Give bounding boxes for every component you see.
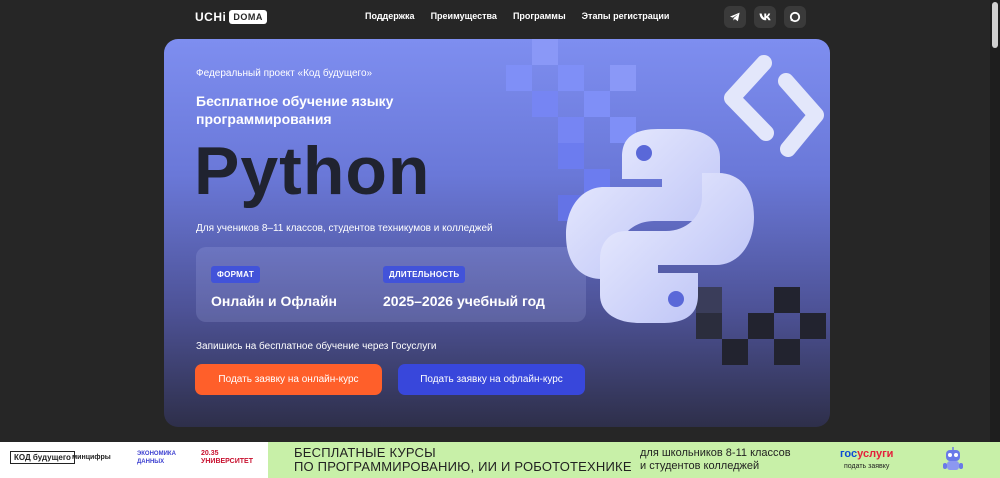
partner-ekonomika-dannyh: ЭКОНОМИКА ДАННЫХ xyxy=(137,451,176,465)
nav-support[interactable]: Поддержка xyxy=(365,11,415,21)
main-nav: Поддержка Преимущества Программы Этапы р… xyxy=(365,11,669,21)
scrollbar-thumb[interactable] xyxy=(992,2,998,48)
gosuslugi-apply-label: подать заявку xyxy=(844,463,890,470)
hero-card: Федеральный проект «Код будущего» Беспла… xyxy=(164,39,830,427)
course-info-box: ФОРМАТ Онлайн и Офлайн ДЛИТЕЛЬНОСТЬ 2025… xyxy=(196,247,586,322)
duration-block: ДЛИТЕЛЬНОСТЬ 2025–2026 учебный год xyxy=(383,264,545,309)
gosuslugi-logo-part1: гос xyxy=(840,448,858,460)
social-links xyxy=(724,6,806,28)
apply-offline-button[interactable]: Подать заявку на офлайн-курс xyxy=(398,364,585,395)
format-block: ФОРМАТ Онлайн и Офлайн xyxy=(211,264,337,309)
telegram-icon[interactable] xyxy=(724,6,746,28)
apply-online-button[interactable]: Подать заявку на онлайн-курс xyxy=(195,364,382,395)
banner-title-line1: БЕСПЛАТНЫЕ КУРСЫ xyxy=(294,445,436,460)
robot-mascot-icon xyxy=(943,447,963,470)
gosuslugi-apply[interactable]: госуслуги подать заявку xyxy=(840,448,893,470)
nav-programs[interactable]: Программы xyxy=(513,11,566,21)
promo-banner[interactable]: КОД будущего минцифры ЭКОНОМИКА ДАННЫХ 2… xyxy=(0,442,1000,478)
nav-advantages[interactable]: Преимущества xyxy=(431,11,497,21)
banner-sub-line1: для школьников 8-11 классов xyxy=(640,447,791,459)
format-tag: ФОРМАТ xyxy=(211,266,261,283)
gosuslugi-logo: госуслуги xyxy=(840,448,893,460)
duration-value: 2025–2026 учебный год xyxy=(383,293,545,309)
banner-subtitle: для школьников 8-11 классов и студентов … xyxy=(640,447,791,473)
logo-doma: DOMA xyxy=(229,10,267,24)
cta-text: Запишись на бесплатное обучение через Го… xyxy=(196,341,437,352)
partner-mintsifry: минцифры xyxy=(72,454,111,461)
hero-eyebrow: Федеральный проект «Код будущего» xyxy=(196,68,373,79)
partner-2035: 20.35 УНИВЕРСИТЕТ xyxy=(201,450,253,465)
hero-subtitle: Бесплатное обучение языку программирован… xyxy=(196,93,394,127)
banner-sub-line2: и студентов колледжей xyxy=(640,460,760,472)
logo[interactable]: UCHi DOMA xyxy=(195,10,267,24)
nav-registration[interactable]: Этапы регистрации xyxy=(582,11,670,21)
banner-main: БЕСПЛАТНЫЕ КУРСЫ ПО ПРОГРАММИРОВАНИЮ, ИИ… xyxy=(268,442,1000,478)
partner-logos: КОД будущего минцифры ЭКОНОМИКА ДАННЫХ 2… xyxy=(0,442,268,478)
hero-title: Python xyxy=(194,133,431,209)
logo-uchi: UCHi xyxy=(195,10,227,24)
site-header: UCHi DOMA Поддержка Преимущества Програм… xyxy=(0,0,990,36)
code-brackets-icon xyxy=(724,55,824,157)
banner-title-line2: ПО ПРОГРАММИРОВАНИЮ, ИИ И РОБОТОТЕХНИКЕ xyxy=(294,459,632,474)
max-icon[interactable] xyxy=(784,6,806,28)
banner-title: БЕСПЛАТНЫЕ КУРСЫ ПО ПРОГРАММИРОВАНИЮ, ИИ… xyxy=(294,446,632,474)
hero-audience: Для учеников 8–11 классов, студентов тех… xyxy=(196,223,493,234)
gosuslugi-logo-part2: услуги xyxy=(857,448,894,460)
format-value: Онлайн и Офлайн xyxy=(211,293,338,309)
partner-kod-budushchego: КОД будущего xyxy=(10,451,75,464)
vk-icon[interactable] xyxy=(754,6,776,28)
duration-tag: ДЛИТЕЛЬНОСТЬ xyxy=(383,266,466,283)
page-scrollbar[interactable] xyxy=(990,0,1000,442)
